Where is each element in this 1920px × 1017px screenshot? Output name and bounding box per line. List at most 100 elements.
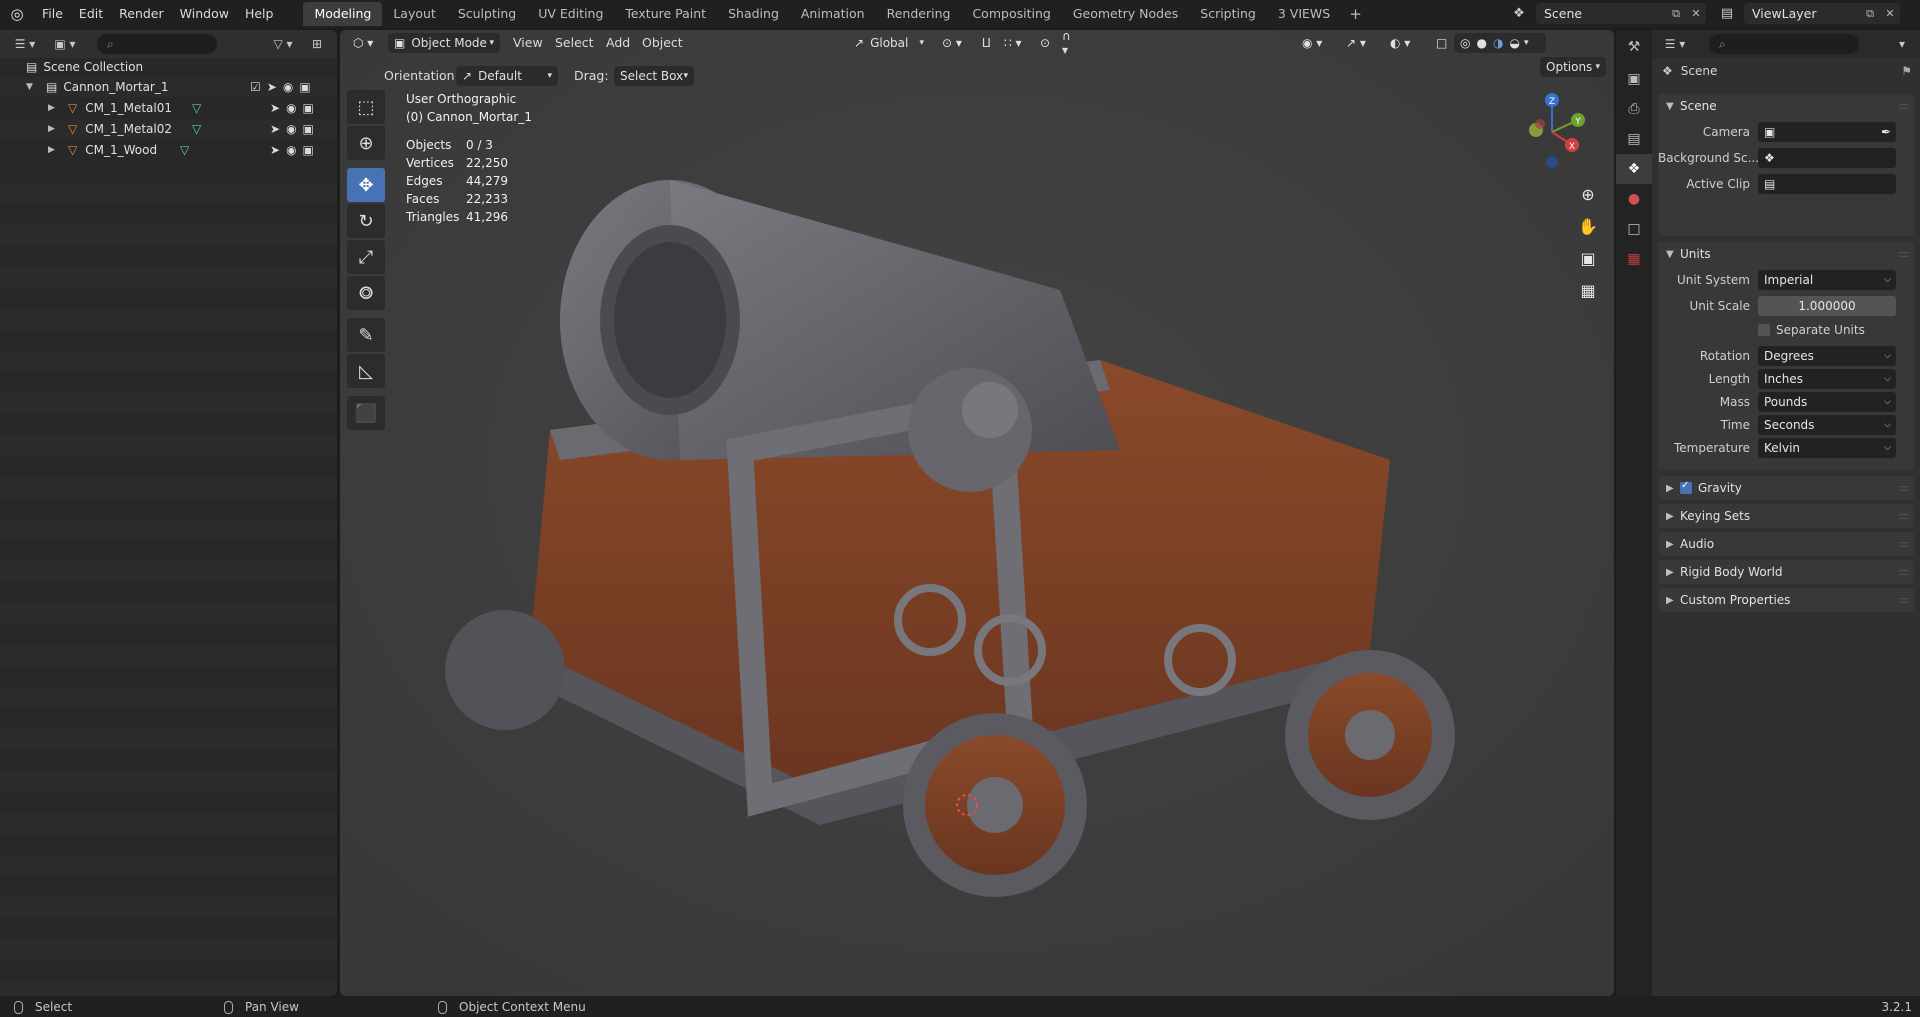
camera-field[interactable]: ▣ ✒	[1758, 122, 1896, 142]
falloff-icon[interactable]: ∩ ▾	[1056, 30, 1086, 57]
eye-icon[interactable]: ◉	[286, 143, 296, 157]
keying-sets-panel[interactable]: ▶ Keying Sets ::::	[1658, 504, 1914, 528]
menu-edit[interactable]: Edit	[71, 3, 111, 25]
add-workspace-icon[interactable]: +	[1341, 2, 1370, 26]
pivot-point-icon[interactable]: ⊙ ▾	[936, 33, 972, 53]
audio-panel-header[interactable]: ▶ Audio ::::	[1658, 532, 1914, 556]
outliner-row-cannon-mortar[interactable]: ▼ ▤ Cannon_Mortar_1 ☑ ➤ ◉ ▣	[0, 77, 337, 97]
transform-orientation-dropdown[interactable]: ↗ Global ▾	[848, 33, 930, 53]
snap-toggle-icon[interactable]: ⨿	[976, 33, 998, 53]
tab-texture-paint[interactable]: Texture Paint	[614, 2, 717, 26]
rotate-tool-icon[interactable]: ↻	[347, 204, 385, 238]
orientation-dropdown[interactable]: ↗ Default ▾	[456, 66, 558, 86]
select-arrow-icon[interactable]: ➤	[270, 101, 280, 115]
editor-type-icon[interactable]: ☰ ▾	[8, 34, 42, 54]
annotate-tool-icon[interactable]: ✎	[347, 318, 385, 352]
render-tab-icon[interactable]: ▣	[1616, 64, 1652, 94]
tab-shading[interactable]: Shading	[717, 2, 790, 26]
drag-grip-icon[interactable]: ::::	[1899, 595, 1910, 606]
custom-properties-panel[interactable]: ▶ Custom Properties ::::	[1658, 588, 1914, 612]
eye-icon[interactable]: ◉	[286, 122, 296, 136]
snap-target-icon[interactable]: ∷ ▾	[998, 33, 1032, 53]
expand-chevron-icon[interactable]: ▶	[48, 103, 64, 113]
grid-ortho-icon[interactable]: ▦	[1574, 276, 1602, 304]
mesh-data-icon[interactable]: ▽	[180, 143, 189, 157]
rigid-body-world-panel[interactable]: ▶ Rigid Body World ::::	[1658, 560, 1914, 584]
scene-panel-header[interactable]: ▼ Scene ::::	[1658, 94, 1914, 118]
copy-scene-icon[interactable]: ⧉	[1666, 4, 1686, 23]
editor-type-icon[interactable]: ⬡ ▾	[347, 33, 383, 53]
eye-icon[interactable]: ◉	[286, 101, 296, 115]
scale-tool-icon[interactable]: ⤢	[347, 240, 385, 274]
3d-viewport[interactable]: ⬡ ▾ ▣ Object Mode ▾ View Select Add Obje…	[340, 30, 1614, 996]
drag-grip-icon[interactable]: ::::	[1899, 249, 1910, 260]
mode-dropdown[interactable]: ▣ Object Mode ▾	[388, 33, 500, 53]
tab-3-views[interactable]: 3 VIEWS	[1267, 2, 1341, 26]
expand-chevron-icon[interactable]: ▶	[48, 124, 64, 134]
background-scene-field[interactable]: ❖	[1758, 148, 1896, 168]
tab-sculpting[interactable]: Sculpting	[447, 2, 527, 26]
rigid-body-world-panel-header[interactable]: ▶ Rigid Body World ::::	[1658, 560, 1914, 584]
tool-tab-icon[interactable]: ⚒	[1616, 30, 1652, 64]
tab-animation[interactable]: Animation	[790, 2, 876, 26]
unit-system-dropdown[interactable]: Imperial ⌵	[1758, 270, 1896, 290]
camera-icon[interactable]: ▣	[303, 143, 314, 157]
overlays-icon[interactable]: ◐ ▾	[1384, 33, 1424, 53]
select-arrow-icon[interactable]: ➤	[270, 143, 280, 157]
eye-icon[interactable]: ◉	[283, 80, 293, 94]
wireframe-shading-icon[interactable]: ◎	[1460, 36, 1470, 50]
expand-chevron-icon[interactable]: ▼	[26, 82, 42, 92]
copy-view-layer-icon[interactable]: ⧉	[1860, 4, 1880, 23]
world-tab-icon[interactable]: ●	[1616, 184, 1652, 214]
gravity-panel[interactable]: ▶ Gravity ::::	[1658, 476, 1914, 500]
outliner-row-scene-collection[interactable]: ▤ Scene Collection	[0, 57, 337, 77]
tab-layout[interactable]: Layout	[382, 2, 447, 26]
drag-grip-icon[interactable]: ::::	[1899, 101, 1910, 112]
pan-hand-icon[interactable]: ✋	[1574, 212, 1602, 240]
solid-shading-icon[interactable]: ●	[1476, 36, 1486, 50]
select-arrow-icon[interactable]: ➤	[270, 122, 280, 136]
gravity-checkbox[interactable]	[1680, 480, 1692, 494]
chevron-down-icon[interactable]: ▾	[1524, 38, 1529, 48]
length-dropdown[interactable]: Inches ⌵	[1758, 369, 1896, 389]
scene-tab-icon[interactable]: ❖	[1616, 154, 1652, 184]
proportional-edit-icon[interactable]: ⊙	[1034, 33, 1056, 53]
keying-sets-panel-header[interactable]: ▶ Keying Sets ::::	[1658, 504, 1914, 528]
tab-compositing[interactable]: Compositing	[961, 2, 1061, 26]
add-cube-tool-icon[interactable]: ⬛	[347, 396, 385, 430]
menu-select[interactable]: Select	[555, 33, 594, 53]
tab-rendering[interactable]: Rendering	[876, 2, 962, 26]
outliner-row-wood[interactable]: ▶ ▽ CM_1_Wood ▽ ➤ ◉ ▣	[0, 140, 337, 160]
drag-grip-icon[interactable]: ::::	[1899, 511, 1910, 522]
options-dropdown[interactable]: Options ▾	[1540, 57, 1606, 77]
measure-tool-icon[interactable]: ◺	[347, 354, 385, 388]
drag-dropdown[interactable]: Select Box ▾	[614, 66, 694, 86]
rendered-shading-icon[interactable]: ◒	[1509, 36, 1519, 50]
camera-icon[interactable]: ▣	[299, 80, 310, 94]
tab-uv-editing[interactable]: UV Editing	[527, 2, 614, 26]
time-dropdown[interactable]: Seconds ⌵	[1758, 415, 1896, 435]
filter-icon[interactable]: ▽ ▾	[268, 34, 298, 54]
transform-tool-icon[interactable]: ⭗	[347, 276, 385, 310]
blender-logo-icon[interactable]: ◎	[0, 0, 34, 28]
camera-view-icon[interactable]: ▣	[1574, 244, 1602, 272]
tab-modeling[interactable]: Modeling	[303, 2, 383, 26]
menu-file[interactable]: File	[34, 3, 71, 25]
xray-icon[interactable]: □	[1430, 33, 1452, 53]
menu-render[interactable]: Render	[111, 3, 172, 25]
visibility-icon[interactable]: ◉ ▾	[1296, 33, 1336, 53]
outliner-row-metal02[interactable]: ▶ ▽ CM_1_Metal02 ▽ ➤ ◉ ▣	[0, 119, 337, 139]
eyedropper-icon[interactable]: ✒	[1881, 125, 1891, 139]
mesh-data-icon[interactable]: ▽	[192, 101, 201, 115]
rotation-dropdown[interactable]: Degrees ⌵	[1758, 346, 1896, 366]
zoom-icon[interactable]: ⊕	[1574, 180, 1602, 208]
display-mode-icon[interactable]: ▣ ▾	[48, 34, 82, 54]
camera-icon[interactable]: ▣	[303, 101, 314, 115]
camera-icon[interactable]: ▣	[303, 122, 314, 136]
pin-icon[interactable]: ⚑	[1901, 64, 1912, 78]
view-layer-tab-icon[interactable]: ▤	[1616, 124, 1652, 154]
chevron-down-icon[interactable]: ▾	[1892, 34, 1912, 54]
menu-help[interactable]: Help	[237, 3, 282, 25]
drag-grip-icon[interactable]: ::::	[1899, 539, 1910, 550]
outliner-search-input[interactable]: ⌕	[97, 34, 217, 54]
